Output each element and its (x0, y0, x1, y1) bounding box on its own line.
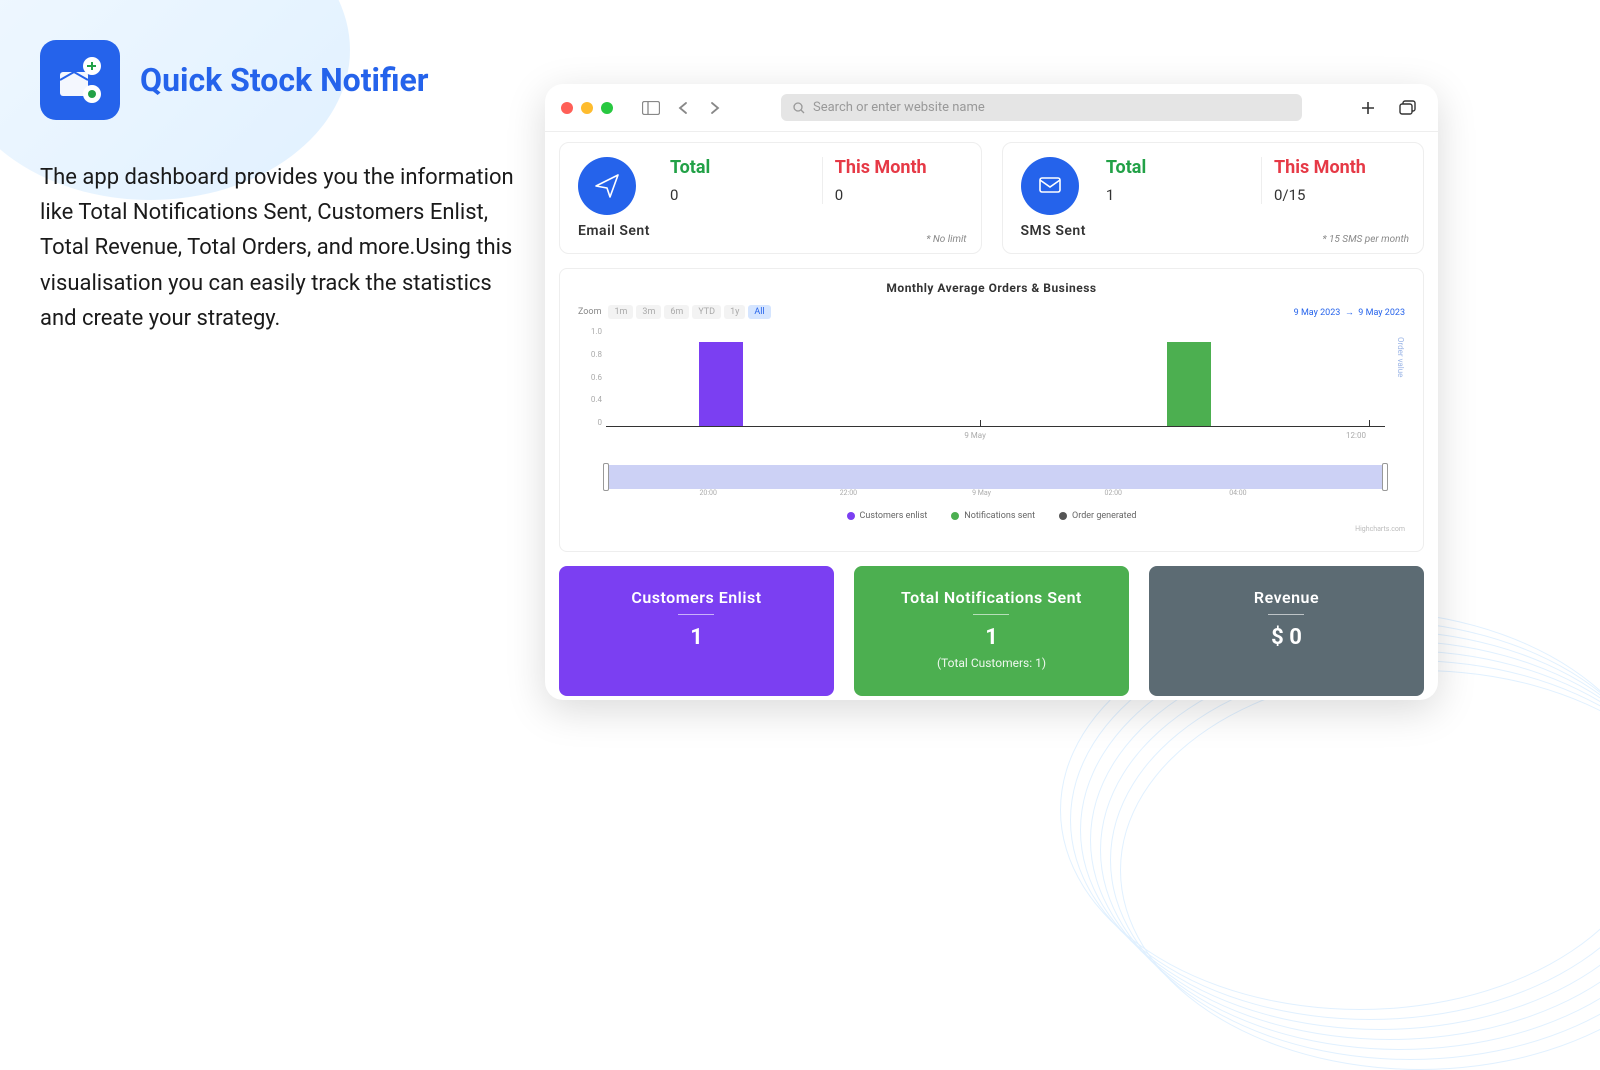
email-month-label: This Month (835, 157, 963, 178)
email-sent-card: Email Sent Total 0 This Month 0 * No lim… (559, 142, 982, 254)
zoom-6m[interactable]: 6m (664, 305, 689, 319)
chart-credit: Highcharts.com (578, 525, 1405, 533)
y-axis: 1.0 0.8 0.6 0.4 0 (578, 327, 602, 427)
zoom-buttons: Zoom 1m 3m 6m YTD 1y All (578, 305, 771, 319)
app-icon (40, 40, 120, 120)
range-slider[interactable] (606, 465, 1385, 489)
total-notifications-sub: (Total Customers: 1) (866, 656, 1117, 670)
sms-month-value: 0/15 (1274, 186, 1405, 204)
bar-customers-enlist (699, 342, 743, 426)
email-icon (578, 157, 636, 215)
total-notifications-value: 1 (866, 625, 1117, 650)
sms-month-label: This Month (1274, 157, 1405, 178)
total-notifications-card: Total Notifications Sent 1 (Total Custom… (854, 566, 1129, 696)
sms-total-label: Total (1106, 157, 1237, 178)
customers-enlist-card: Customers Enlist 1 (559, 566, 834, 696)
app-description: The app dashboard provides you the infor… (40, 160, 520, 336)
customers-enlist-value: 1 (571, 625, 822, 650)
x-tick-2: 12:00 (1346, 431, 1366, 440)
app-title: Quick Stock Notifier (140, 61, 429, 99)
zoom-3m[interactable]: 3m (636, 305, 661, 319)
search-input[interactable]: Search or enter website name (781, 94, 1302, 121)
range-labels: 20:00 22:00 9 May 02:00 04:00 (606, 489, 1385, 501)
minimize-window-icon[interactable] (581, 102, 593, 114)
date-range[interactable]: 9 May 2023 → 9 May 2023 (1294, 307, 1405, 318)
new-tab-icon[interactable] (1354, 96, 1382, 120)
sms-sent-card: SMS Sent Total 1 This Month 0/15 * 15 SM… (1002, 142, 1425, 254)
search-icon (793, 102, 805, 114)
sms-total-value: 1 (1106, 186, 1237, 204)
left-panel: Quick Stock Notifier The app dashboard p… (40, 40, 520, 336)
chart-plot: 1.0 0.8 0.6 0.4 0 9 May 12:00 Order valu… (578, 327, 1405, 447)
range-handle-right[interactable] (1382, 463, 1388, 491)
bar-notifications-sent (1167, 342, 1211, 426)
email-total-value: 0 (670, 186, 798, 204)
x-tick-1: 9 May (964, 431, 986, 440)
plot-area (606, 327, 1385, 427)
zoom-1y[interactable]: 1y (724, 305, 745, 319)
email-label: Email Sent (578, 223, 650, 239)
zoom-1m[interactable]: 1m (608, 305, 633, 319)
tabs-icon[interactable] (1394, 96, 1422, 120)
maximize-window-icon[interactable] (601, 102, 613, 114)
chart-legend: Customers enlist Notifications sent Orde… (578, 511, 1405, 521)
total-notifications-title: Total Notifications Sent (901, 588, 1082, 615)
email-note: * No limit (926, 234, 966, 245)
zoom-label: Zoom (578, 307, 601, 317)
legend-notif[interactable]: Notifications sent (951, 511, 1035, 521)
zoom-all[interactable]: All (748, 305, 770, 319)
back-icon[interactable] (669, 96, 697, 120)
sms-note: * 15 SMS per month (1322, 234, 1409, 245)
forward-icon[interactable] (701, 96, 729, 120)
chart-card: Monthly Average Orders & Business Zoom 1… (559, 268, 1424, 552)
revenue-title: Revenue (1254, 588, 1319, 615)
y-axis-right-label: Order value (1396, 337, 1405, 377)
email-total-label: Total (670, 157, 798, 178)
browser-toolbar: Search or enter website name (545, 84, 1438, 132)
email-month-value: 0 (835, 186, 963, 204)
zoom-ytd[interactable]: YTD (692, 305, 721, 319)
sidebar-toggle-icon[interactable] (637, 96, 665, 120)
revenue-value: $ 0 (1161, 625, 1412, 650)
revenue-card: Revenue $ 0 (1149, 566, 1424, 696)
range-handle-left[interactable] (603, 463, 609, 491)
sms-icon (1021, 157, 1079, 215)
chart-title: Monthly Average Orders & Business (578, 281, 1405, 295)
legend-enlist[interactable]: Customers enlist (847, 511, 928, 521)
search-placeholder: Search or enter website name (813, 100, 985, 115)
customers-enlist-title: Customers Enlist (631, 588, 761, 615)
close-window-icon[interactable] (561, 102, 573, 114)
legend-order[interactable]: Order generated (1059, 511, 1136, 521)
browser-window: Search or enter website name Email Sent (545, 84, 1438, 700)
sms-label: SMS Sent (1021, 223, 1086, 239)
traffic-lights (561, 102, 613, 114)
